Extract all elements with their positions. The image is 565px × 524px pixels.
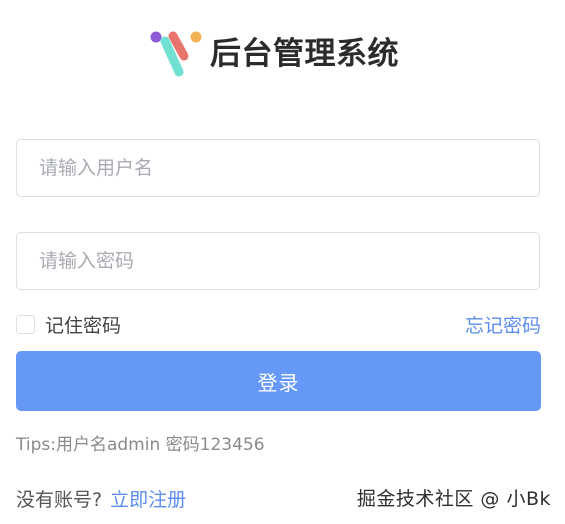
watermark-text: 掘金技术社区 @ 小Bk [356, 488, 551, 510]
page-title: 后台管理系统 [210, 35, 399, 72]
login-page: 后台管理系统 记住密码 忘记密码 登录 Tips:用户名admin 密码1234… [0, 0, 565, 524]
remember-label: 记住密码 [45, 314, 122, 337]
login-button[interactable]: 登录 [16, 351, 541, 411]
register-prompt: 没有账号? [16, 489, 103, 511]
brand-header: 后台管理系统 [148, 28, 399, 78]
remember-password-toggle[interactable]: 记住密码 [16, 311, 121, 338]
register-row: 没有账号? 立即注册 [16, 485, 186, 512]
username-field[interactable] [16, 139, 540, 197]
colorful-v-logo-icon [150, 31, 202, 77]
register-link[interactable]: 立即注册 [110, 485, 186, 512]
remember-checkbox[interactable] [16, 314, 35, 334]
password-field[interactable] [16, 232, 540, 290]
username-input[interactable] [17, 140, 539, 196]
login-tips: Tips:用户名admin 密码123456 [16, 435, 265, 455]
remember-row: 记住密码 忘记密码 [16, 311, 541, 337]
password-input[interactable] [17, 233, 539, 289]
forgot-password-link[interactable]: 忘记密码 [465, 311, 541, 338]
